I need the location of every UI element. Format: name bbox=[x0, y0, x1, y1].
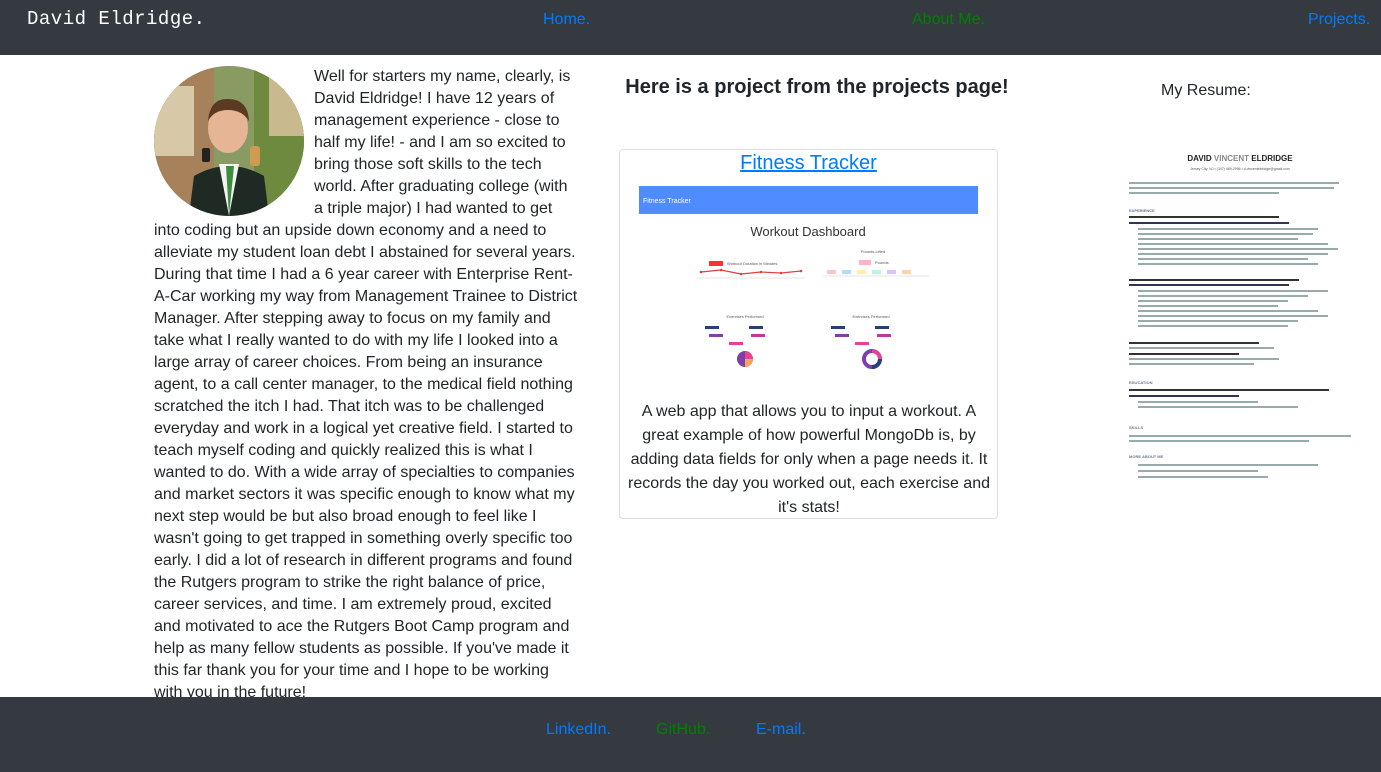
resume-name-text: DAVID VINCENT ELDRIDGE bbox=[1187, 154, 1293, 163]
resume-section-more-about-me: MORE ABOUT ME bbox=[1129, 454, 1164, 459]
profile-photo-icon bbox=[154, 66, 304, 216]
project-title-link[interactable]: Fitness Tracker bbox=[620, 152, 997, 175]
nav-link-home[interactable]: Home. bbox=[543, 11, 590, 29]
screenshot-chart3-title: Exercises Performed bbox=[726, 314, 763, 319]
project-card: Fitness Tracker Fitness Tracker Workout … bbox=[619, 149, 998, 519]
project-description: A web app that allows you to input a wor… bbox=[628, 403, 990, 516]
screenshot-line-chart: Workout Duration in Minutes bbox=[697, 261, 805, 279]
resume-section-skills: SKILLS bbox=[1129, 425, 1144, 430]
resume-image[interactable]: DAVID VINCENT ELDRIDGE Jersey City, NJ •… bbox=[1126, 150, 1354, 486]
screenshot-dashboard-title: Workout Dashboard bbox=[750, 224, 865, 239]
nav-link-about[interactable]: About Me. bbox=[912, 11, 985, 29]
top-navbar: David Eldridge. Home. About Me. Projects… bbox=[0, 0, 1381, 55]
resume-section-education: EDUCATION bbox=[1129, 380, 1153, 385]
resume-label: My Resume: bbox=[1161, 82, 1251, 99]
footer: LinkedIn. GitHub. E-mail. bbox=[0, 697, 1381, 772]
footer-link-email[interactable]: E-mail. bbox=[756, 721, 806, 739]
footer-link-linkedin[interactable]: LinkedIn. bbox=[546, 721, 611, 739]
screenshot-chart2-legend: Pounds bbox=[875, 260, 889, 265]
screenshot-navbar-label: Fitness Tracker bbox=[643, 198, 692, 205]
screenshot-chart4-title: Exercises Performed bbox=[852, 314, 889, 319]
brand-name[interactable]: David Eldridge. bbox=[27, 8, 206, 30]
screenshot-chart2-title: Pounds Lifted bbox=[861, 249, 885, 254]
project-screenshot[interactable]: Fitness Tracker Workout Dashboard Workou… bbox=[639, 186, 978, 376]
resume-section-experience: EXPERIENCE bbox=[1129, 208, 1155, 213]
profile-photo bbox=[154, 66, 304, 216]
screenshot-chart1-legend: Workout Duration in Minutes bbox=[727, 261, 777, 266]
footer-link-github[interactable]: GitHub. bbox=[656, 721, 710, 739]
resume-contact: Jersey City, NJ • (347) 469-2996 • d.vin… bbox=[1190, 167, 1290, 171]
screenshot-donut-chart: Exercises Performed bbox=[831, 314, 891, 369]
screenshot-bar-chart: Pounds Lifted Pounds bbox=[823, 249, 929, 277]
screenshot-pie-chart: Exercises Performed bbox=[705, 314, 765, 367]
project-heading: Here is a project from the projects page… bbox=[625, 76, 1009, 98]
about-section: Well for starters my name, clearly, is D… bbox=[154, 66, 580, 704]
nav-link-projects[interactable]: Projects. bbox=[1308, 11, 1370, 29]
